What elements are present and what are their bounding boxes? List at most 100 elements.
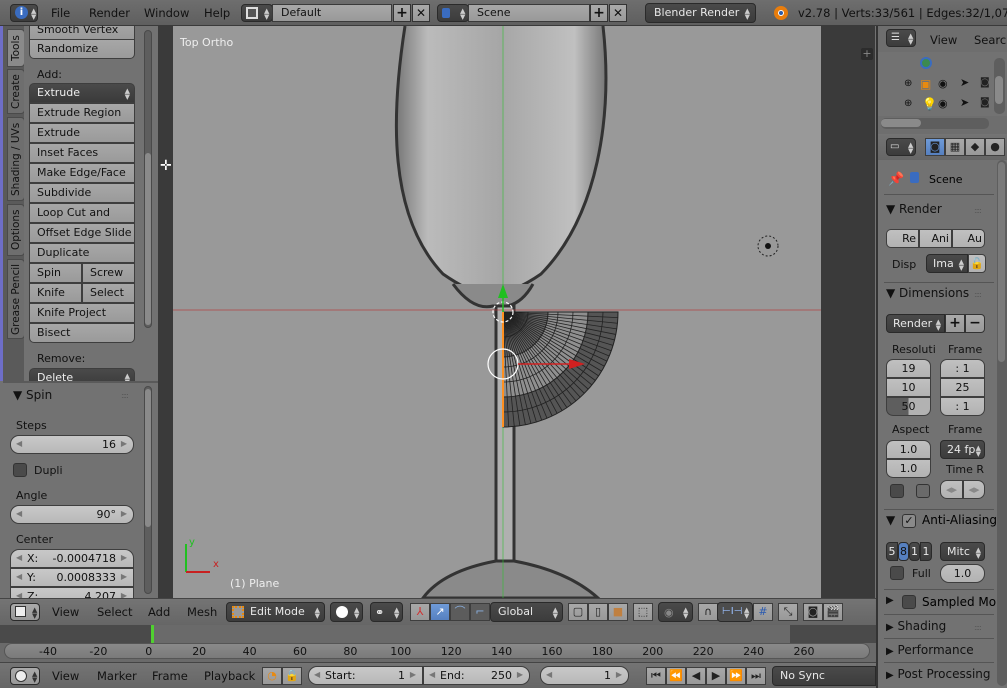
motion-blur-checkbox[interactable]: [902, 595, 916, 609]
add-menu[interactable]: Add: [148, 605, 170, 619]
extrude-individual-button[interactable]: Extrude Individual: [29, 123, 135, 157]
render-audio-button[interactable]: Au: [952, 229, 985, 248]
outliner-v-scrollbar[interactable]: [994, 58, 1005, 114]
lamp-object-icon[interactable]: 💡: [922, 97, 937, 111]
tab-shading-uvs[interactable]: Shading / UVs: [7, 117, 25, 201]
full-sample-checkbox[interactable]: [890, 566, 904, 580]
manipulator-toggle[interactable]: ⅄: [410, 603, 430, 621]
increment-icon[interactable]: ▶: [121, 439, 127, 448]
spun-mesh[interactable]: [502, 311, 619, 428]
performance-panel-header[interactable]: ▶ Performance: [886, 643, 974, 657]
pin-icon[interactable]: 📌: [888, 172, 904, 187]
add-screen-button[interactable]: +: [393, 4, 411, 22]
drag-grip-icon[interactable]: ::::: [974, 290, 982, 299]
select-arrow-icon[interactable]: ➤: [960, 96, 969, 109]
time-remap-old-field[interactable]: ◂▸: [940, 480, 963, 499]
frame-step-field[interactable]: : 1: [940, 397, 985, 416]
render-panel-header[interactable]: ▼ Render: [886, 202, 942, 216]
resolution-percentage-slider[interactable]: 50: [886, 397, 931, 416]
limit-selection-visible[interactable]: ⬚: [633, 603, 653, 621]
playback-menu[interactable]: Playback: [204, 669, 255, 683]
select-arrow-icon[interactable]: ➤: [960, 76, 969, 89]
steps-field[interactable]: ◀ 16 ▶: [10, 435, 134, 454]
decrement-icon[interactable]: ◀: [16, 591, 22, 598]
increment-icon[interactable]: ▶: [121, 572, 127, 581]
duplicate-button[interactable]: Duplicate: [29, 243, 135, 263]
viewport-shading-dropdown[interactable]: ▲ ▼: [330, 602, 363, 622]
viewport-background-image[interactable]: Top Ortho (1) Plane y x: [173, 26, 821, 598]
lock-time-cursor-button[interactable]: 🔒: [282, 667, 302, 685]
drag-grip-icon[interactable]: ::::: [974, 206, 982, 215]
translate-manipulator[interactable]: ↗: [430, 603, 450, 621]
resolution-x-field[interactable]: 19: [886, 359, 931, 378]
visibility-eye-icon[interactable]: ◉: [938, 77, 948, 90]
decrement-icon[interactable]: ◀: [546, 670, 552, 679]
spin-panel-header[interactable]: ▼ Spin: [13, 388, 52, 402]
menu-render[interactable]: Render: [89, 6, 130, 20]
aa-filter-dropdown[interactable]: Mitc ▲ ▼: [940, 542, 985, 561]
render-context-tab[interactable]: ◙: [925, 138, 945, 156]
remove-preset-button[interactable]: −: [965, 314, 985, 333]
world-context-tab[interactable]: ●: [985, 138, 1005, 156]
menu-window[interactable]: Window: [144, 6, 189, 20]
proportional-editing-dropdown[interactable]: ◉ ▲ ▼: [658, 602, 693, 622]
mode-dropdown[interactable]: Edit Mode ▲ ▼: [226, 602, 325, 622]
start-frame-field[interactable]: ◀ Start: 1 ▶: [308, 666, 423, 685]
display-mode-dropdown[interactable]: Ima ▲ ▼: [926, 254, 968, 273]
spin-button[interactable]: Spin: [29, 263, 82, 283]
filter-size-field[interactable]: 1.0: [940, 564, 985, 583]
use-preview-range-button[interactable]: ◔: [262, 667, 282, 685]
render-layers-tab[interactable]: ▦: [945, 138, 965, 156]
screw-button[interactable]: Screw: [82, 263, 135, 283]
sync-mode-dropdown[interactable]: No Sync: [772, 666, 876, 686]
drag-grip-icon[interactable]: ::::: [121, 391, 129, 400]
scene-context-tab[interactable]: ◆: [965, 138, 985, 156]
aa-samples-11[interactable]: 1: [909, 542, 920, 561]
editor-type-info-button[interactable]: i ▲ ▼: [10, 4, 38, 22]
snap-toggle[interactable]: ∩: [698, 603, 718, 621]
add-preset-button[interactable]: +: [945, 314, 965, 333]
render-camera-icon[interactable]: ◙: [980, 97, 990, 108]
aa-samples-5[interactable]: 5: [886, 542, 898, 561]
remove-screen-button[interactable]: ✕: [412, 4, 430, 22]
frame-start-field[interactable]: : 1: [940, 359, 985, 378]
drag-grip-icon[interactable]: ::::: [974, 623, 982, 632]
decrement-icon[interactable]: ◀: [16, 509, 22, 518]
play-button[interactable]: ▶: [706, 667, 726, 685]
increment-icon[interactable]: ▶: [121, 591, 127, 598]
time-remap-new-field[interactable]: ◂▸: [963, 480, 985, 499]
smooth-vertex-button[interactable]: Smooth Vertex: [29, 26, 135, 40]
menu-help[interactable]: Help: [204, 6, 230, 20]
opengl-render-animation[interactable]: 🎬: [823, 603, 843, 621]
post-processing-panel-header[interactable]: ▶ Post Processing: [886, 667, 991, 681]
increment-icon[interactable]: ▶: [121, 553, 127, 562]
shading-panel-header[interactable]: ▶ Shading: [886, 619, 946, 633]
jump-to-start-button[interactable]: ⏮: [646, 667, 666, 685]
pivot-point-dropdown[interactable]: ⚭ ▲ ▼: [370, 602, 403, 622]
spin-panel-scrollbar[interactable]: [144, 386, 152, 594]
border-checkbox[interactable]: [890, 484, 904, 498]
remove-scene-button[interactable]: ✕: [609, 4, 627, 22]
scene-selector[interactable]: ▲ ▼: [437, 4, 469, 22]
scrollbar-thumb[interactable]: [998, 162, 1005, 362]
render-preset-dropdown[interactable]: Render ▲ ▼: [886, 314, 945, 333]
knife-project-button[interactable]: Knife Project: [29, 303, 135, 323]
render-animation-button[interactable]: Ani: [919, 229, 952, 248]
aspect-y-field[interactable]: 1.0: [886, 459, 931, 478]
snap-target-button[interactable]: #: [753, 603, 773, 621]
render-camera-icon[interactable]: ◙: [980, 77, 990, 88]
aspect-x-field[interactable]: 1.0: [886, 440, 931, 459]
timeline[interactable]: -40 -20 0 20 40 60 80 100 120 140 160 180 200 220 240 2…: [0, 625, 876, 662]
increment-icon[interactable]: ▶: [410, 670, 416, 679]
anti-aliasing-checkbox[interactable]: ✓: [902, 514, 916, 528]
transform-orientation-dropdown[interactable]: Global ▲ ▼: [490, 602, 563, 622]
jump-to-next-keyframe-button[interactable]: ⏩: [726, 667, 746, 685]
render-engine-dropdown[interactable]: Blender Render ▲ ▼: [645, 3, 756, 23]
mesh-menu[interactable]: Mesh: [187, 605, 217, 619]
loop-cut-slide-button[interactable]: Loop Cut and Slide: [29, 203, 135, 237]
tab-grease-pencil[interactable]: Grease Pencil: [7, 259, 25, 339]
render-image-button[interactable]: Re: [886, 229, 919, 248]
timeline-view-menu[interactable]: View: [52, 669, 79, 683]
extrude-dropdown[interactable]: Extrude ▲ ▼: [29, 83, 135, 103]
menu-file[interactable]: File: [51, 6, 70, 20]
